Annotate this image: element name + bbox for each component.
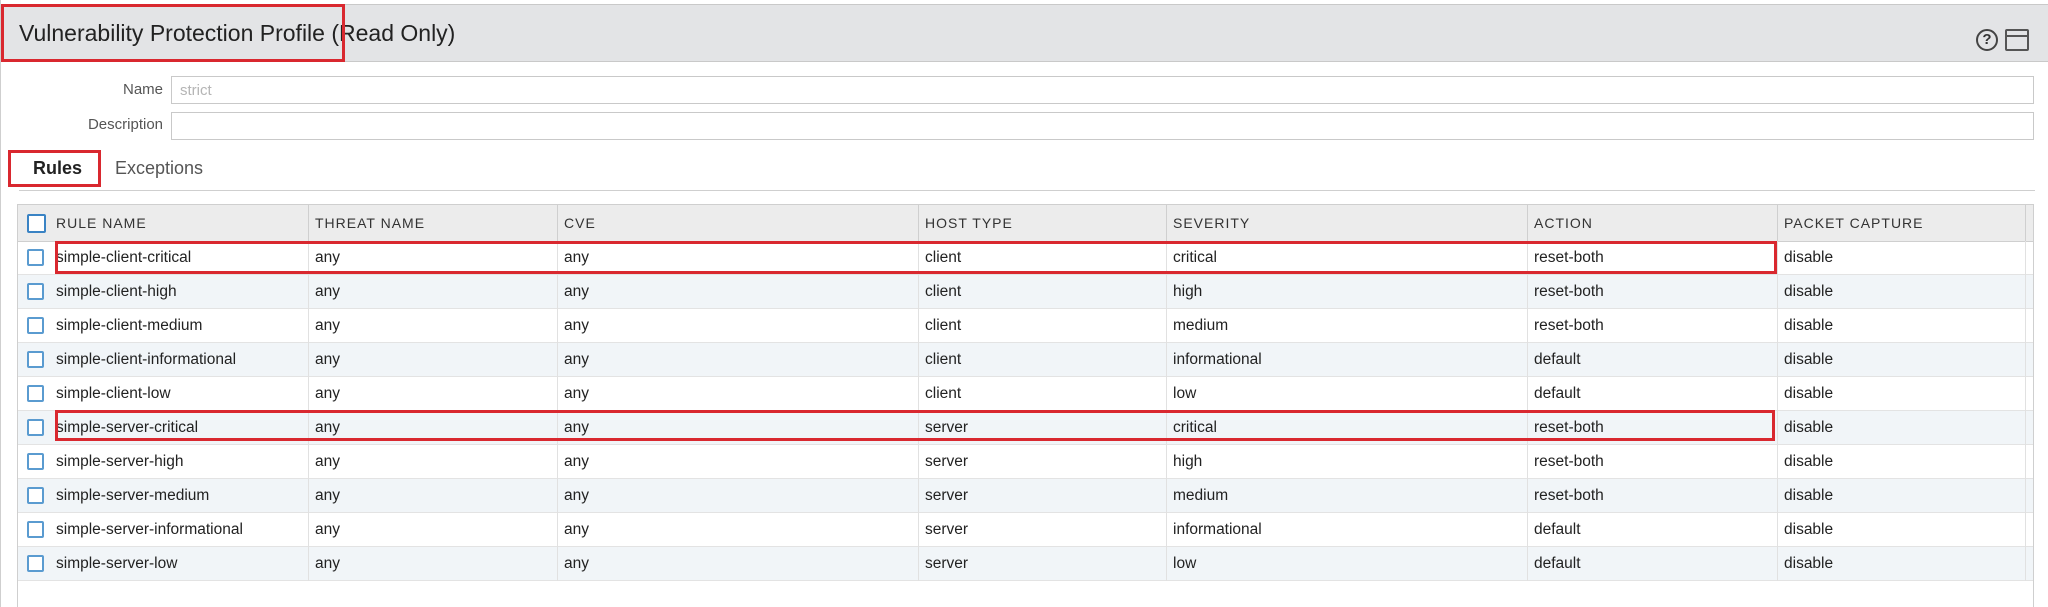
row-highlight-box [55, 241, 1777, 274]
cell-host-type: client [919, 377, 1167, 411]
title-highlight-box [1, 4, 345, 62]
cell-packet-capture: disable [1778, 479, 2026, 513]
table-row[interactable]: simple-client-medium any any client medium re… [18, 309, 2033, 343]
table-row[interactable]: simple-client-high any any client high reset-… [18, 275, 2033, 309]
description-field[interactable] [171, 112, 2034, 140]
vulnerability-profile-dialog: Vulnerability Protection Profile (Read O… [0, 0, 2048, 607]
cell-rule-name: simple-client-informational [50, 343, 309, 377]
cell-rule-name: simple-client-high [50, 275, 309, 309]
column-header-host-type[interactable]: HOST TYPE [919, 205, 1167, 241]
cell-rule-name: simple-server-medium [50, 479, 309, 513]
cell-packet-capture: disable [1778, 377, 2026, 411]
row-highlight-box [55, 410, 1775, 441]
row-checkbox[interactable] [27, 487, 44, 504]
cell-cve: any [558, 445, 919, 479]
table-header: RULE NAME THREAT NAME CVE HOST TYPE SEVE… [18, 205, 2033, 242]
table-row[interactable]: simple-server-informational any any server i… [18, 513, 2033, 547]
cell-threat-name: any [309, 445, 558, 479]
cell-rule-name: simple-server-informational [50, 513, 309, 547]
cell-action: default [1528, 547, 1778, 581]
cell-rule-name: simple-client-low [50, 377, 309, 411]
cell-packet-capture: disable [1778, 275, 2026, 309]
help-icon[interactable]: ? [1976, 29, 1998, 51]
cell-action: reset-both [1528, 445, 1778, 479]
cell-cve: any [558, 309, 919, 343]
row-checkbox[interactable] [27, 283, 44, 300]
row-checkbox[interactable] [27, 317, 44, 334]
table-row[interactable]: simple-client-informational any any client i… [18, 343, 2033, 377]
row-checkbox[interactable] [27, 249, 44, 266]
row-checkbox[interactable] [27, 419, 44, 436]
cell-rule-name: simple-server-high [50, 445, 309, 479]
cell-cve: any [558, 275, 919, 309]
cell-host-type: client [919, 309, 1167, 343]
cell-threat-name: any [309, 479, 558, 513]
cell-host-type: server [919, 547, 1167, 581]
tab-divider [19, 190, 2035, 191]
cell-host-type: client [919, 343, 1167, 377]
cell-severity: medium [1167, 309, 1528, 343]
cell-packet-capture: disable [1778, 411, 2026, 445]
row-checkbox[interactable] [27, 453, 44, 470]
cell-cve: any [558, 343, 919, 377]
column-header-rule-name[interactable]: RULE NAME [50, 205, 309, 241]
cell-severity: low [1167, 377, 1528, 411]
cell-packet-capture: disable [1778, 309, 2026, 343]
cell-severity: informational [1167, 343, 1528, 377]
row-checkbox[interactable] [27, 555, 44, 572]
cell-severity: low [1167, 547, 1528, 581]
cell-threat-name: any [309, 377, 558, 411]
cell-rule-name: simple-server-low [50, 547, 309, 581]
row-checkbox[interactable] [27, 385, 44, 402]
name-field[interactable]: strict [171, 76, 2034, 104]
cell-host-type: server [919, 479, 1167, 513]
cell-severity: informational [1167, 513, 1528, 547]
window-icon[interactable] [2005, 29, 2029, 51]
cell-cve: any [558, 377, 919, 411]
cell-host-type: server [919, 445, 1167, 479]
tab-exceptions[interactable]: Exceptions [115, 158, 203, 179]
cell-packet-capture: disable [1778, 343, 2026, 377]
rules-tab-highlight-box [8, 150, 101, 187]
cell-action: reset-both [1528, 275, 1778, 309]
cell-packet-capture: disable [1778, 547, 2026, 581]
cell-packet-capture: disable [1778, 513, 2026, 547]
cell-threat-name: any [309, 309, 558, 343]
column-header-cve[interactable]: CVE [558, 205, 919, 241]
cell-packet-capture: disable [1778, 241, 2026, 275]
table-row[interactable]: simple-client-low any any client low default d… [18, 377, 2033, 411]
cell-threat-name: any [309, 275, 558, 309]
cell-threat-name: any [309, 513, 558, 547]
cell-cve: any [558, 547, 919, 581]
cell-action: default [1528, 343, 1778, 377]
row-checkbox[interactable] [27, 521, 44, 538]
row-checkbox[interactable] [27, 351, 44, 368]
column-header-action[interactable]: ACTION [1528, 205, 1778, 241]
cell-cve: any [558, 479, 919, 513]
cell-threat-name: any [309, 547, 558, 581]
column-header-severity[interactable]: SEVERITY [1167, 205, 1528, 241]
cell-host-type: server [919, 513, 1167, 547]
cell-severity: medium [1167, 479, 1528, 513]
table-row[interactable]: simple-server-medium any any server medium re… [18, 479, 2033, 513]
table-row[interactable]: simple-server-low any any server low default d… [18, 547, 2033, 581]
cell-packet-capture: disable [1778, 445, 2026, 479]
cell-cve: any [558, 513, 919, 547]
cell-action: default [1528, 377, 1778, 411]
cell-threat-name: any [309, 343, 558, 377]
cell-action: reset-both [1528, 479, 1778, 513]
rules-table: RULE NAME THREAT NAME CVE HOST TYPE SEVE… [17, 204, 2034, 607]
cell-severity: high [1167, 275, 1528, 309]
cell-action: reset-both [1528, 309, 1778, 343]
cell-rule-name: simple-client-medium [50, 309, 309, 343]
description-label: Description [87, 116, 163, 133]
column-header-threat-name[interactable]: THREAT NAME [309, 205, 558, 241]
cell-severity: high [1167, 445, 1528, 479]
cell-host-type: client [919, 275, 1167, 309]
table-row[interactable]: simple-server-high any any server high reset-… [18, 445, 2033, 479]
column-header-packet-capture[interactable]: PACKET CAPTURE [1778, 205, 2026, 241]
name-label: Name [122, 81, 163, 98]
cell-action: default [1528, 513, 1778, 547]
select-all-checkbox[interactable] [27, 214, 46, 233]
